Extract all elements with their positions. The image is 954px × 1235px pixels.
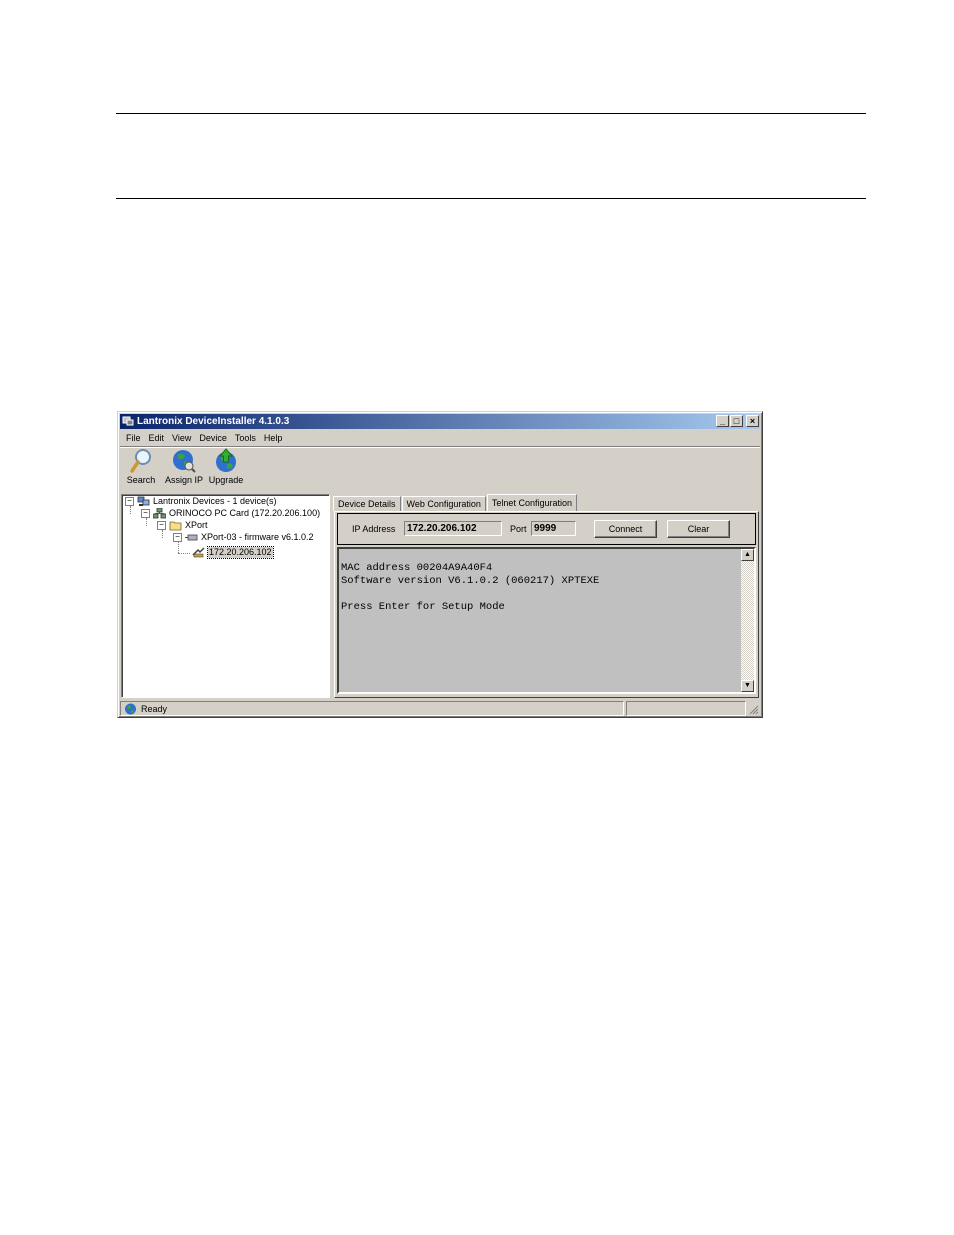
tree-item-adapter[interactable]: − ORINOCO PC Card (172.20.206.100) [141, 508, 320, 519]
tab-telnet-configuration[interactable]: Telnet Configuration [486, 494, 577, 511]
telnet-panel: IP Address 172.20.206.102 Port 9999 Conn… [334, 511, 759, 698]
window-title: Lantronix DeviceInstaller 4.1.0.3 [137, 416, 290, 427]
device-connection-icon [192, 547, 205, 558]
globe-assign-icon [173, 450, 196, 473]
tab-device-details[interactable]: Device Details [333, 496, 401, 511]
telnet-output[interactable]: MAC address 00204A9A40F4 Software versio… [337, 547, 756, 694]
ip-address-field[interactable]: 172.20.206.102 [404, 521, 502, 536]
device-module-icon [185, 534, 198, 541]
telnet-output-text: MAC address 00204A9A40F4 Software versio… [341, 562, 600, 613]
search-button[interactable]: Search [125, 448, 157, 485]
port-label: Port [510, 524, 527, 534]
status-bar: Ready [120, 701, 760, 716]
assign-ip-label: Assign IP [164, 475, 204, 485]
magnifier-icon [130, 449, 151, 473]
collapse-toggle[interactable]: − [141, 509, 150, 518]
port-field[interactable]: 9999 [531, 521, 576, 536]
menu-view[interactable]: View [168, 431, 195, 445]
collapse-toggle[interactable]: − [125, 497, 134, 506]
scroll-down-button[interactable]: ▼ [741, 680, 754, 692]
device-tree[interactable]: − Lantronix Devices - 1 device(s) − ORIN… [121, 494, 330, 698]
bottom-rule [116, 198, 866, 199]
globe-status-icon [125, 703, 136, 715]
status-secondary-cell [626, 701, 746, 716]
menu-file[interactable]: File [122, 431, 145, 445]
network-adapter-icon [153, 508, 166, 519]
status-main-cell: Ready [120, 701, 624, 716]
tree-connector [178, 542, 179, 553]
tree-item-folder[interactable]: − XPort [157, 520, 208, 531]
menu-edit[interactable]: Edit [145, 431, 169, 445]
tab-web-configuration[interactable]: Web Configuration [401, 496, 486, 511]
tree-item-device[interactable]: 172.20.206.102 [192, 546, 274, 559]
search-label: Search [126, 475, 156, 485]
tree-item-device-type[interactable]: − XPort-03 - firmware v6.1.0.2 [173, 532, 314, 543]
clear-button[interactable]: Clear [667, 520, 730, 538]
vertical-scrollbar[interactable]: ▲ ▼ [741, 549, 754, 692]
tree-item-label: ORINOCO PC Card (172.20.206.100) [169, 508, 321, 518]
minimize-button[interactable]: _ [716, 415, 729, 427]
close-button[interactable]: × [746, 415, 759, 427]
maximize-button[interactable]: □ [730, 415, 743, 427]
window-controls: _ □ × [715, 415, 759, 428]
network-computers-icon [137, 496, 150, 506]
tree-item-label: XPort [185, 520, 208, 530]
collapse-toggle[interactable]: − [173, 533, 182, 542]
scroll-up-button[interactable]: ▲ [741, 549, 754, 561]
resize-grip-icon[interactable] [749, 705, 759, 715]
menu-tools[interactable]: Tools [231, 431, 260, 445]
config-tabs: Device Details Web Configuration Telnet … [333, 494, 578, 511]
collapse-toggle[interactable]: − [157, 521, 166, 530]
connection-bar: IP Address 172.20.206.102 Port 9999 Conn… [337, 513, 756, 545]
tree-connector [178, 553, 190, 554]
folder-icon [169, 521, 182, 531]
tree-connector [130, 506, 131, 514]
menu-bar: File Edit View Device Tools Help [122, 431, 286, 445]
upgrade-label: Upgrade [208, 475, 244, 485]
globe-upgrade-icon [216, 448, 236, 472]
assign-ip-button[interactable]: Assign IP [164, 448, 204, 485]
status-text: Ready [141, 704, 168, 714]
app-icon [122, 416, 134, 426]
title-bar[interactable]: Lantronix DeviceInstaller 4.1.0.3 _ □ × [120, 414, 760, 429]
tree-item-label: 172.20.206.102 [207, 546, 274, 559]
tree-connector [146, 518, 147, 526]
tree-item-label: XPort-03 - firmware v6.1.0.2 [201, 532, 314, 542]
menu-help[interactable]: Help [260, 431, 287, 445]
tree-connector [162, 530, 163, 538]
top-rule [116, 113, 866, 114]
connect-button[interactable]: Connect [594, 520, 657, 538]
device-installer-window: Lantronix DeviceInstaller 4.1.0.3 _ □ × … [117, 411, 763, 718]
tree-item-label: Lantronix Devices - 1 device(s) [153, 496, 277, 506]
tree-item-root[interactable]: − Lantronix Devices - 1 device(s) [125, 496, 277, 507]
upgrade-button[interactable]: Upgrade [208, 448, 244, 485]
ip-address-label: IP Address [352, 524, 396, 534]
menu-device[interactable]: Device [195, 431, 231, 445]
